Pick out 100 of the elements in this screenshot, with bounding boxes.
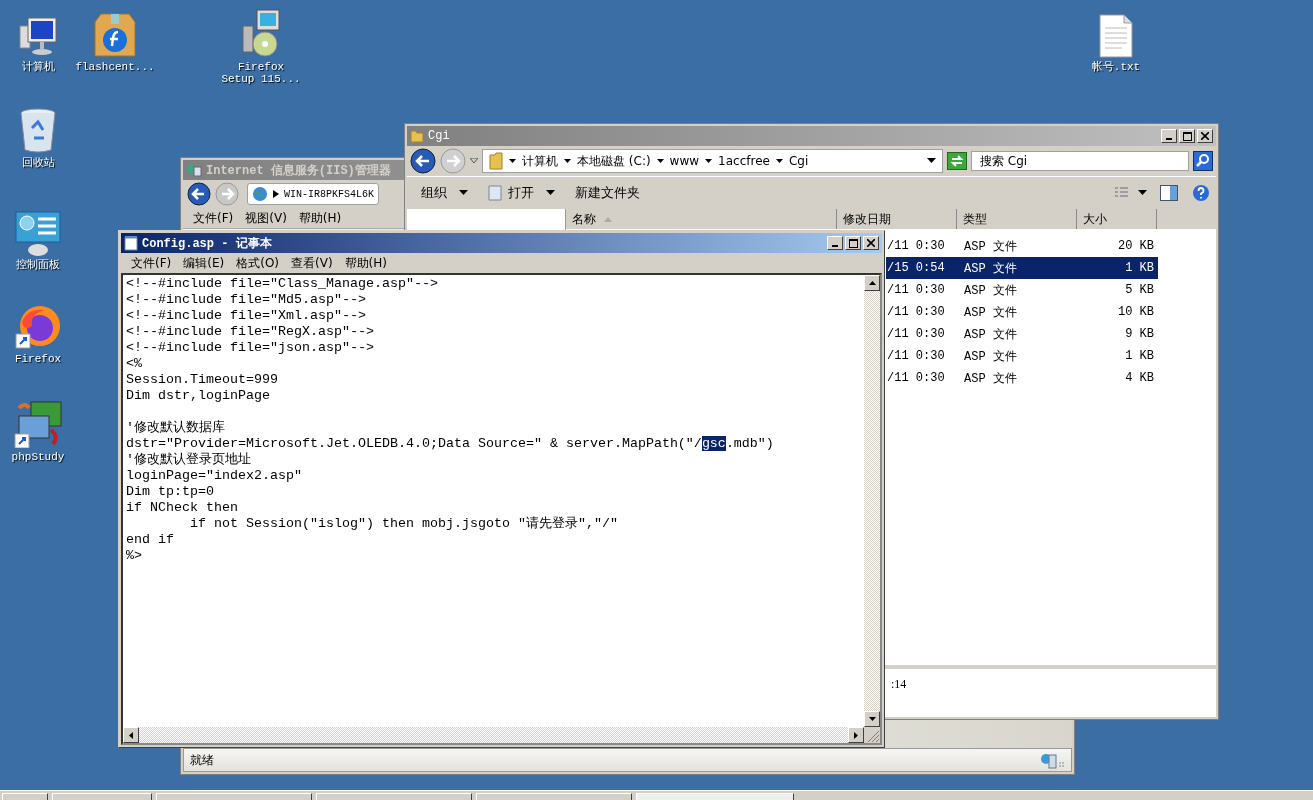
date-cell-text: /11 0:30 [886, 283, 946, 297]
caret-icon[interactable] [564, 158, 571, 164]
desktop-icon-label[interactable]: flashcent... [75, 61, 155, 73]
breadcrumb-item[interactable]: 1accfree [718, 154, 770, 168]
close-icon [867, 239, 875, 247]
desktop-icon-label[interactable]: 控制面板 [16, 259, 60, 271]
caret-icon[interactable] [705, 158, 713, 164]
code-line: Session.Timeout=999 [126, 372, 279, 388]
code-line: Dim dstr,loginPage [126, 388, 271, 404]
code-line: <!--#include file="RegX.asp"--> [126, 324, 375, 340]
code-line: end if [126, 532, 175, 548]
window-title: Config.asp - 记事本 [142, 235, 272, 252]
maximize-button[interactable] [845, 236, 861, 250]
breadcrumb-item[interactable]: Cgi [788, 154, 809, 168]
type-cell-text: ASP 文件 [963, 304, 1018, 321]
type-cell-text: ASP 文件 [963, 348, 1018, 365]
caret-icon[interactable] [509, 158, 516, 164]
down-arrow-icon[interactable] [868, 717, 876, 721]
code-line: if NCheck then [126, 500, 239, 516]
menu-item[interactable]: 帮助(H) [292, 209, 348, 227]
code-line: Dim tp:tp=0 [126, 484, 215, 500]
dropdown-arrow-icon[interactable] [927, 158, 936, 164]
maximize-icon [848, 238, 858, 248]
menu-item[interactable]: 文件(F) [187, 209, 240, 227]
file-row[interactable]: /11 0:30 ASP 文件 9 KB [886, 323, 1158, 345]
control-panel-icon [14, 210, 62, 256]
size-cell-text: 9 KB [1124, 327, 1155, 341]
column-header[interactable]: 修改日期 [837, 209, 957, 229]
file-row[interactable]: /11 0:30 ASP 文件 5 KB [886, 279, 1158, 301]
view-options-icon[interactable] [1114, 186, 1148, 200]
code-line: %> [126, 548, 143, 564]
code-line: <!--#include file="Xml.asp"--> [126, 308, 367, 324]
file-row[interactable]: /11 0:30 ASP 文件 1 KB [886, 345, 1158, 367]
toolbar-button[interactable]: 新建文件夹 [567, 182, 648, 204]
caret-icon[interactable] [775, 158, 783, 164]
file-row[interactable]: /11 0:30 ASP 文件 20 KB [886, 235, 1158, 257]
help-icon[interactable] [1192, 184, 1210, 202]
computer-icon [16, 14, 60, 58]
close-button[interactable] [863, 236, 879, 250]
breadcrumb-item[interactable]: 计算机 [522, 152, 558, 170]
iis-icon [186, 163, 202, 177]
caret-icon [459, 190, 468, 196]
desktop-icon-label[interactable]: Firefox Setup 115... [221, 61, 301, 85]
type-cell-text: ASP 文件 [963, 282, 1018, 299]
horizontal-scrollbar[interactable] [123, 727, 864, 743]
code-line: loginPage="index2.asp" [126, 468, 303, 484]
type-cell-text: ASP 文件 [963, 260, 1018, 277]
file-row[interactable]: /11 0:30 ASP 文件 4 KB [886, 367, 1158, 389]
code-line: if not Session("islog") then mobj.jsgoto "请先登录","/" [189, 516, 619, 532]
start-button[interactable] [2, 793, 48, 800]
address-bar[interactable]: WIN-IR8PKFS4L6K [247, 183, 379, 205]
menu-item[interactable]: 格式(O) [230, 254, 286, 272]
toolbar-button[interactable]: 打开 [480, 182, 563, 204]
desktop-icon-label[interactable]: 回收站 [21, 157, 55, 169]
type-cell-text: ASP 文件 [963, 326, 1018, 343]
globe-icon [252, 186, 268, 202]
desktop-icon-label[interactable]: 帐号.txt [1091, 61, 1141, 73]
menu-item[interactable]: 帮助(H) [338, 254, 393, 272]
menu-item[interactable]: 文件(F) [125, 254, 178, 272]
preview-pane-icon[interactable] [1160, 185, 1178, 201]
minimize-button[interactable] [827, 236, 843, 250]
up-arrow-icon[interactable] [868, 281, 876, 285]
left-arrow-icon[interactable] [129, 731, 133, 739]
desktop-icon-label[interactable]: 计算机 [21, 61, 55, 73]
toolbar-button[interactable]: 组织 [413, 182, 476, 204]
back-button[interactable] [410, 148, 436, 174]
code-line: <!--#include file="Md5.asp"--> [126, 292, 367, 308]
desktop-icon-label[interactable]: Firefox [14, 353, 62, 365]
folder-icon [410, 129, 424, 143]
vertical-scrollbar[interactable] [864, 275, 880, 727]
code-line: '修改默认数据库 [126, 420, 226, 436]
phpstudy-icon [13, 400, 63, 448]
sort-arrow-icon [604, 216, 612, 222]
column-header[interactable]: 类型 [957, 209, 1077, 229]
window-title: Internet 信息服务(IIS)管理器 [206, 162, 391, 179]
refresh-icon[interactable] [947, 152, 967, 170]
arrow-icon [273, 190, 279, 198]
right-arrow-icon[interactable] [854, 731, 858, 739]
code-line: dstr="Provider=Microsoft.Jet.OLEDB.4.0;Data Source=" & server.MapPath("/gsc.mdb") [126, 436, 775, 452]
recycle-bin-icon [18, 108, 58, 154]
text-file-icon [1098, 14, 1134, 58]
address-bar[interactable]: 计算机 本地磁盘 (C:) www 1accfree Cgi [482, 149, 943, 173]
desktop-icon-label[interactable]: phpStudy [11, 451, 65, 463]
back-button[interactable] [187, 182, 211, 206]
search-icon[interactable] [1193, 151, 1213, 171]
menu-item[interactable]: 查看(V) [285, 254, 339, 272]
file-row[interactable]: /15 0:54 ASP 文件 1 KB [886, 257, 1158, 279]
column-header[interactable]: 名称 [566, 209, 837, 229]
breadcrumb-item[interactable]: www [669, 154, 700, 168]
size-cell-text: 10 KB [1117, 305, 1155, 319]
size-cell-text: 5 KB [1124, 283, 1155, 297]
file-row[interactable]: /11 0:30 ASP 文件 10 KB [886, 301, 1158, 323]
breadcrumb-item[interactable]: 本地磁盘 (C:) [577, 152, 651, 170]
menu-item[interactable]: 编辑(E) [177, 254, 231, 272]
column-header[interactable]: 大小 [1077, 209, 1157, 229]
maximize-icon [1182, 131, 1192, 141]
date-cell-text: /11 0:30 [886, 239, 946, 253]
menu-item[interactable]: 视图(V) [239, 209, 293, 227]
caret-icon[interactable] [656, 158, 664, 164]
search-field[interactable]: 搜索 Cgi [971, 151, 1189, 171]
